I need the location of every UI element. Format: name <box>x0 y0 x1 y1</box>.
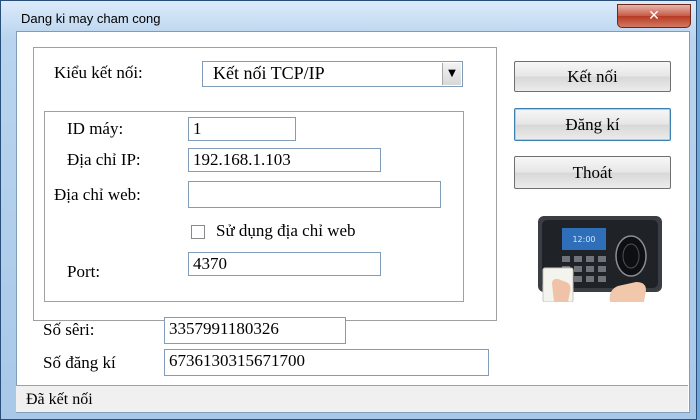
web-address-input[interactable] <box>188 181 441 208</box>
dialog-client-area: Kiểu kết nối: Kết nối TCP/IP ▼ ID máy: 1… <box>16 31 690 413</box>
exit-button[interactable]: Thoát <box>514 156 671 189</box>
connect-button[interactable]: Kết nối <box>514 61 671 92</box>
close-icon: ✕ <box>648 8 660 24</box>
status-bar: Đã kết nối <box>16 385 688 412</box>
web-address-label: Địa chỉ web: <box>54 185 141 204</box>
title-bar[interactable]: Dang ki may cham cong ✕ <box>1 1 696 35</box>
device-id-input[interactable]: 1 <box>188 117 296 141</box>
app-window: Dang ki may cham cong ✕ Kiểu kết nối: Kế… <box>0 0 697 420</box>
registration-number-label: Số đăng kí <box>43 353 116 372</box>
ip-address-input[interactable]: 192.168.1.103 <box>188 148 381 172</box>
use-web-address-label[interactable]: Sử dụng địa chỉ web <box>216 221 356 241</box>
registration-number-input[interactable]: 6736130315671700 <box>164 349 489 376</box>
window-title: Dang ki may cham cong <box>21 11 161 26</box>
register-button[interactable]: Đăng kí <box>514 108 671 141</box>
use-web-address-checkbox[interactable] <box>191 225 205 239</box>
port-input[interactable]: 4370 <box>188 252 381 276</box>
chevron-down-icon[interactable]: ▼ <box>442 63 461 85</box>
fingerprint-device-icon: 12:00 <box>514 212 670 302</box>
device-id-label: ID máy: <box>67 119 124 138</box>
fingerprint-device-image: 12:00 <box>514 212 670 302</box>
ip-address-label: Địa chỉ IP: <box>67 150 141 169</box>
serial-label: Số sêri: <box>43 320 95 339</box>
connection-type-label: Kiểu kết nối: <box>54 63 143 82</box>
svg-text:12:00: 12:00 <box>572 235 595 244</box>
close-button[interactable]: ✕ <box>617 4 691 28</box>
connection-type-select[interactable]: Kết nối TCP/IP ▼ <box>202 61 463 87</box>
connection-type-value: Kết nối TCP/IP <box>213 63 325 83</box>
serial-input[interactable]: 3357991180326 <box>164 317 346 344</box>
connection-status-text: Đã kết nối <box>26 391 93 408</box>
port-label: Port: <box>67 262 101 281</box>
